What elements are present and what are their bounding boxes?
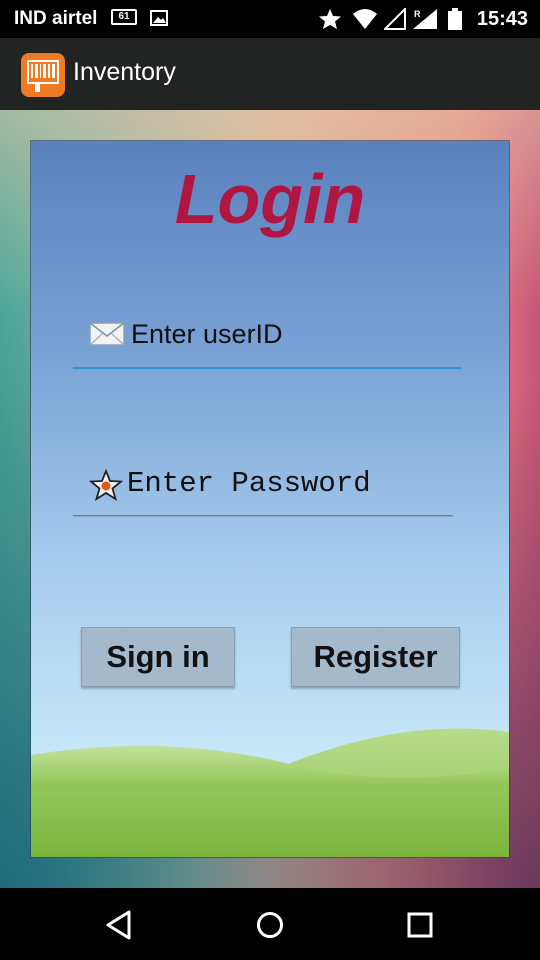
recents-icon[interactable] xyxy=(403,908,437,942)
gallery-icon xyxy=(150,10,168,26)
sim-icon: 61 xyxy=(111,9,137,25)
userid-underline xyxy=(73,367,461,369)
svg-text:R: R xyxy=(414,9,421,19)
carrier-label: IND airtel xyxy=(14,8,98,29)
hills-illustration xyxy=(31,728,509,857)
envelope-icon xyxy=(89,322,125,346)
sim-badge-label: 61 xyxy=(118,11,130,22)
password-underline xyxy=(73,515,453,517)
password-placeholder: Enter Password xyxy=(127,467,371,500)
back-icon[interactable] xyxy=(103,908,137,942)
clock: 15:43 xyxy=(476,8,528,30)
status-bar: IND airtel 61 R 15:43 xyxy=(0,0,540,38)
navigation-bar xyxy=(0,888,540,960)
battery-icon xyxy=(448,8,462,30)
barcode-icon[interactable] xyxy=(21,53,65,97)
star-icon xyxy=(319,9,341,29)
register-button[interactable]: Register xyxy=(291,627,460,687)
app-title: Inventory xyxy=(73,58,176,86)
userid-field[interactable]: Enter userID xyxy=(73,309,461,369)
star-icon xyxy=(89,469,123,501)
home-icon[interactable] xyxy=(253,908,287,942)
wifi-icon xyxy=(353,9,377,29)
app-bar: Inventory xyxy=(0,38,540,110)
login-card: Login Enter userID Enter Password Sign i… xyxy=(31,141,509,857)
sign-in-button[interactable]: Sign in xyxy=(81,627,235,687)
signal-icon xyxy=(384,8,406,30)
userid-placeholder: Enter userID xyxy=(131,319,283,349)
password-field[interactable]: Enter Password xyxy=(73,457,453,517)
roaming-signal-icon: R xyxy=(413,9,437,29)
login-title: Login xyxy=(174,160,366,238)
